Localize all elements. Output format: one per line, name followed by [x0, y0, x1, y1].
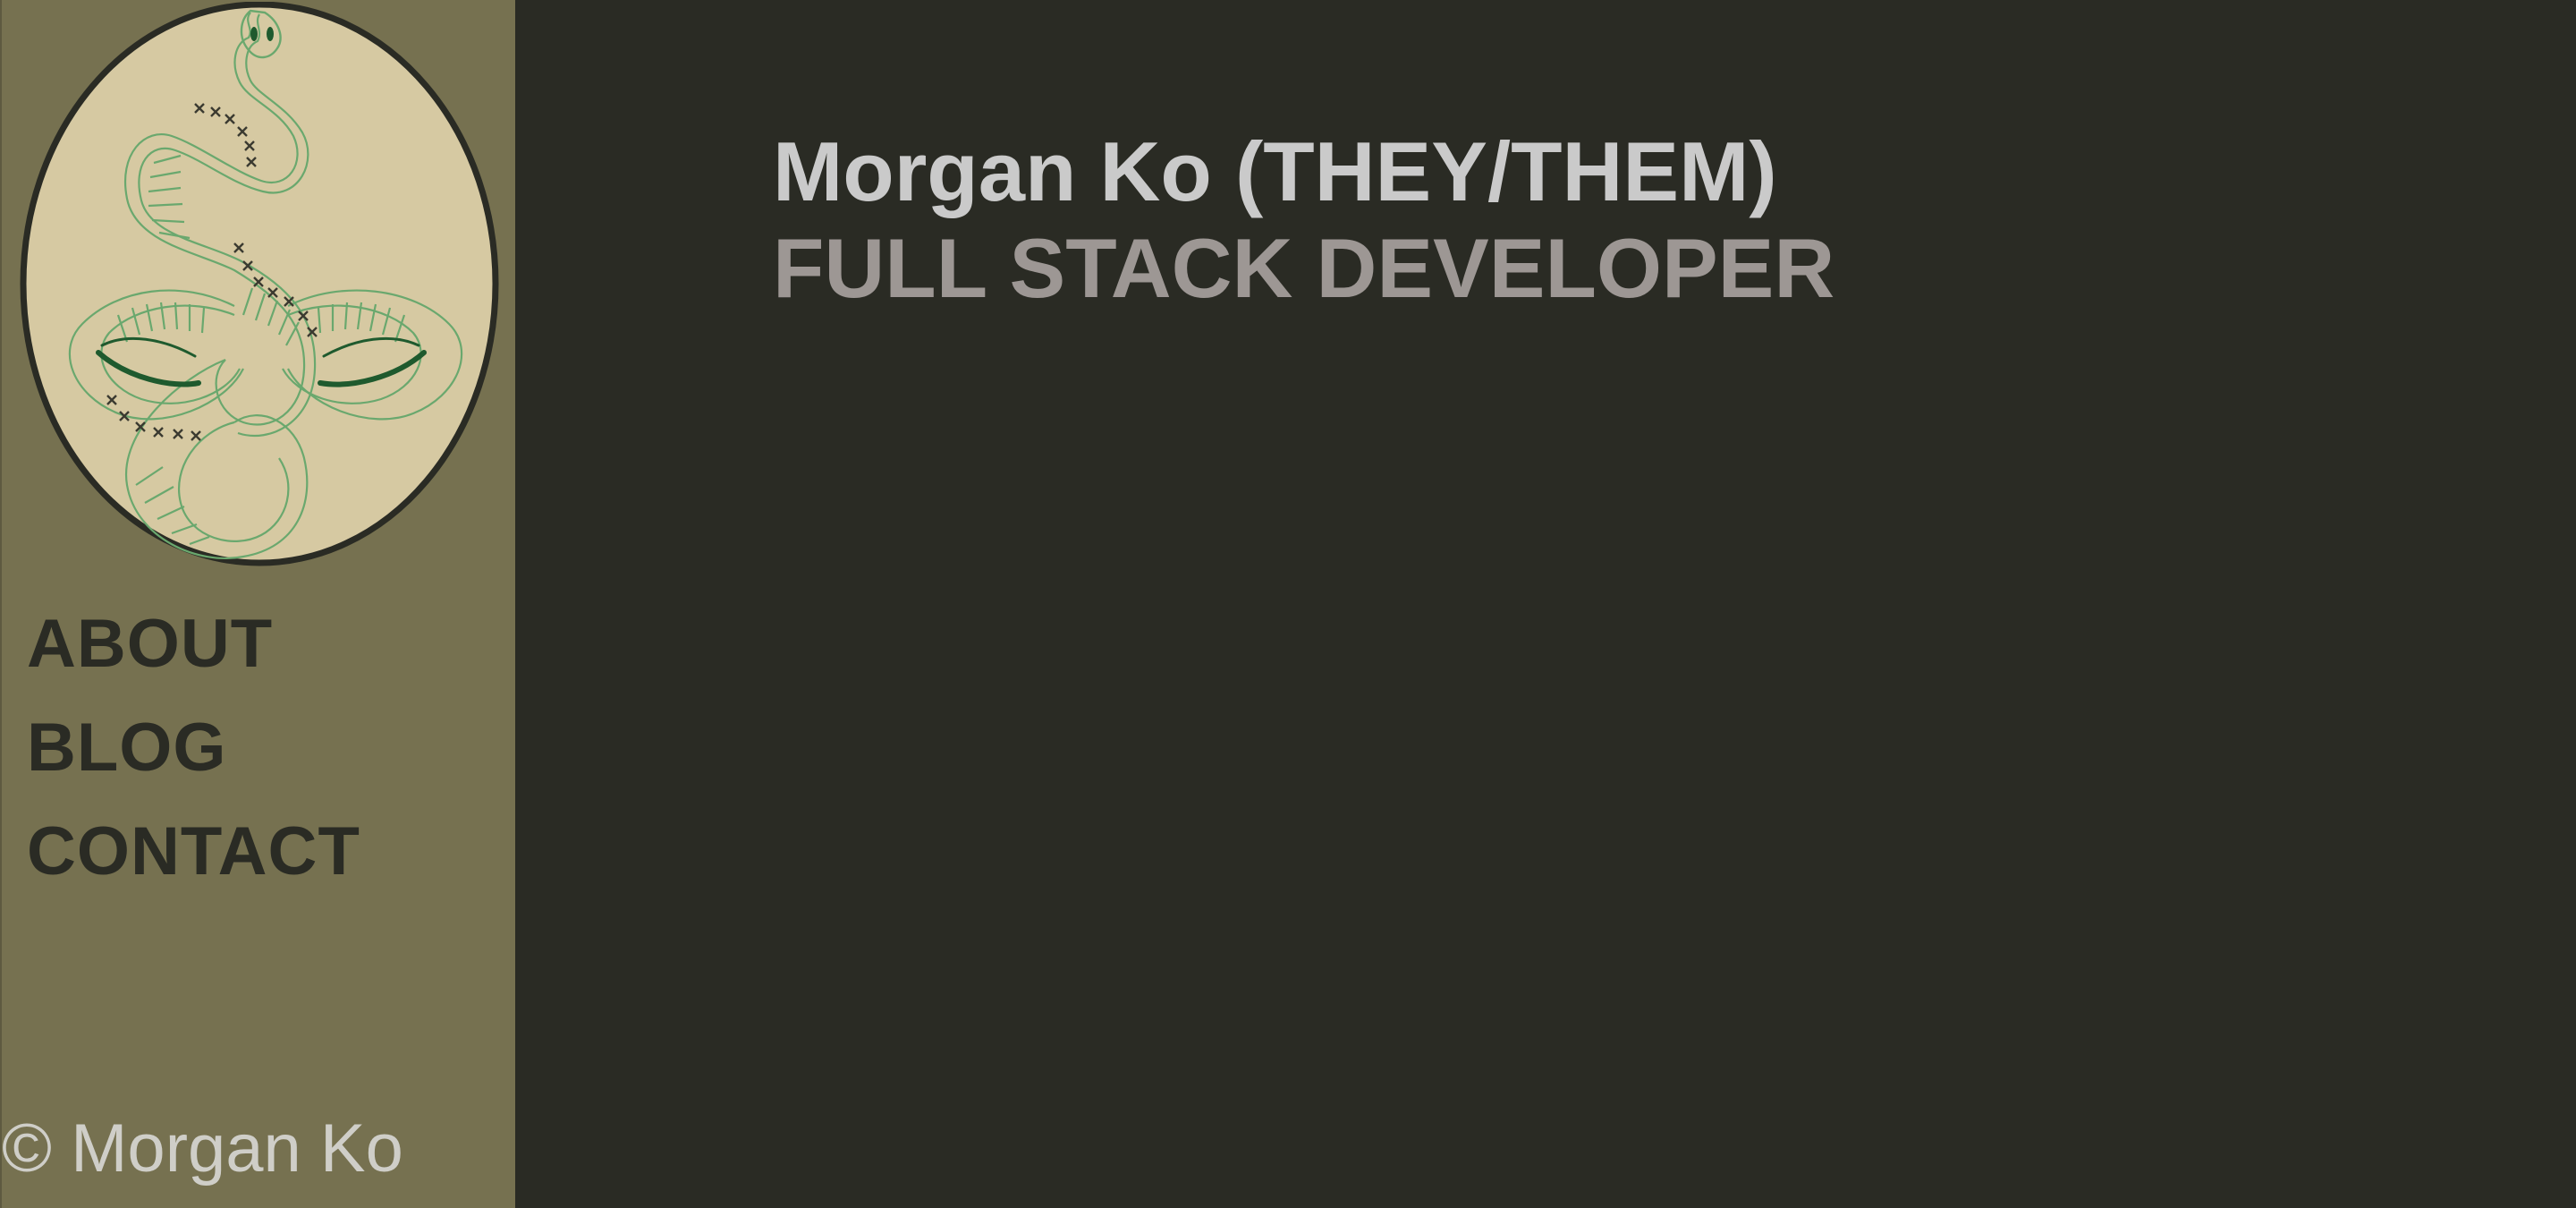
- page-subtitle: FULL STACK DEVELOPER: [773, 221, 1835, 315]
- snake-logo-icon: [20, 2, 499, 566]
- main-nav: ABOUT BLOG CONTACT: [27, 601, 360, 913]
- page-title: Morgan Ko (THEY/THEM): [773, 124, 1777, 218]
- nav-link-blog[interactable]: BLOG: [27, 705, 227, 791]
- nav-item-contact: CONTACT: [27, 809, 360, 913]
- logo[interactable]: [20, 2, 499, 569]
- nav-link-contact[interactable]: CONTACT: [27, 809, 360, 895]
- hero-heading: Morgan Ko (THEY/THEM) FULL STACK DEVELOP…: [773, 123, 1835, 317]
- main-content: Morgan Ko (THEY/THEM) FULL STACK DEVELOP…: [515, 0, 2576, 1208]
- nav-item-blog: BLOG: [27, 705, 360, 809]
- nav-item-about: ABOUT: [27, 601, 360, 705]
- page: ABOUT BLOG CONTACT © Morgan Ko Morgan Ko…: [0, 0, 2576, 1208]
- copyright-footer: © Morgan Ko: [2, 1110, 403, 1187]
- sidebar: ABOUT BLOG CONTACT © Morgan Ko: [0, 0, 515, 1208]
- nav-link-about[interactable]: ABOUT: [27, 601, 273, 687]
